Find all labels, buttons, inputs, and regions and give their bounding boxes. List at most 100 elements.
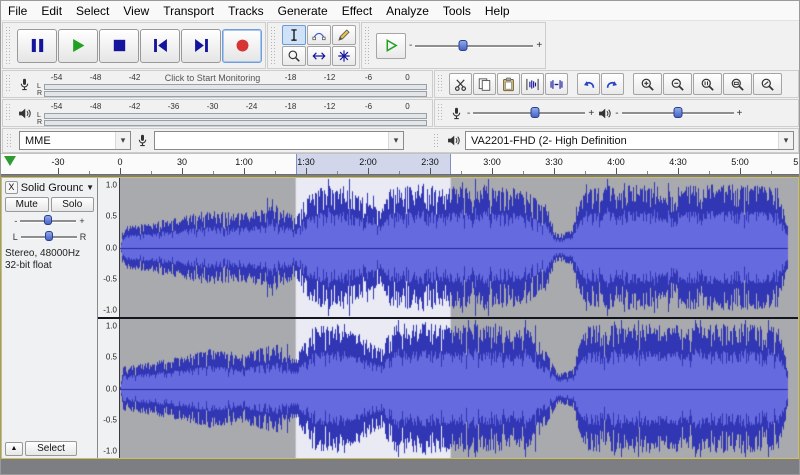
slider-thumb[interactable] [530,107,539,118]
playhead-triangle-icon[interactable] [4,156,16,166]
copy-icon [477,77,492,92]
copy-button[interactable] [473,73,496,95]
menu-analyze[interactable]: Analyze [379,1,436,20]
track-name[interactable]: Solid Ground [21,182,83,194]
play-speed-slider[interactable] [415,39,533,53]
toolbar-grip[interactable] [438,104,443,122]
solo-button[interactable]: Solo [51,197,95,212]
undo-button[interactable] [577,73,600,95]
draw-tool-button[interactable] [332,25,356,45]
ruler-label: 5:00 [731,157,749,167]
trim-audio-button[interactable] [521,73,544,95]
zoom-tool-button[interactable] [282,46,306,66]
meter-bar [44,84,427,90]
pause-button[interactable] [17,29,57,63]
silence-audio-button[interactable] [545,73,568,95]
slider-thumb[interactable] [44,215,52,225]
skip-to-start-button[interactable] [140,29,180,63]
playback-volume-slider[interactable] [622,106,734,120]
pan-slider[interactable] [21,231,77,243]
track-solid-ground: X Solid Ground ▼ Mute Solo - + [1,177,799,459]
play-at-speed-button[interactable] [376,33,406,59]
paste-button[interactable] [497,73,520,95]
speaker-icon [446,133,461,148]
track-area[interactable]: X Solid Ground ▼ Mute Solo - + [1,175,799,474]
meter-scale-tick: -48 [76,73,115,83]
zoom-toggle-button[interactable] [753,73,782,95]
redo-button[interactable] [601,73,624,95]
toolbar-grip[interactable] [434,134,439,147]
close-track-button[interactable]: X [5,181,18,194]
menu-select[interactable]: Select [69,1,116,20]
ruler-label: 30 [177,157,187,167]
skip-start-icon [151,36,170,55]
toolbar-grip[interactable] [271,27,276,64]
monitoring-text[interactable]: Click to Start Monitoring [154,73,271,83]
playback-meter-scale: -54-48-42-36-30-24-18-12-60 [37,102,427,112]
toolbar-grip[interactable] [6,104,11,122]
menu-help[interactable]: Help [478,1,517,20]
recording-device-combo[interactable]: ▾ [154,131,404,150]
pan-slider-row: L R [5,230,94,244]
timeline-ruler[interactable]: -300301:001:302:002:303:003:304:004:305:… [1,153,799,175]
select-button[interactable]: Select [25,441,77,456]
meter-bar [44,91,427,97]
recording-volume-slider[interactable] [473,106,585,120]
zoom-sel-icon [700,77,715,92]
slider-thumb[interactable] [673,107,682,118]
recording-meter-scale: -54-48-42Click to Start Monitoring-18-12… [37,73,427,83]
multi-tool-button[interactable] [332,46,356,66]
playback-device-combo[interactable]: VA2201-FHD (2- High Definition ▾ [465,131,794,150]
slider-max-label: + [536,40,542,51]
selection-tool-button[interactable] [282,25,306,45]
record-button[interactable] [222,29,262,63]
menu-edit[interactable]: Edit [34,1,69,20]
zoom-in-button[interactable] [633,73,662,95]
audio-host-combo[interactable]: MME ▾ [19,131,131,150]
menu-transport[interactable]: Transport [156,1,221,20]
toolbar-grip[interactable] [438,75,443,93]
toolbar-grip[interactable] [6,27,11,64]
track-bitdepth-info: 32-bit float [5,260,94,272]
cut-button[interactable] [449,73,472,95]
track-control-panel: X Solid Ground ▼ Mute Solo - + [2,178,98,458]
toolbar-grip[interactable] [365,27,370,64]
track-menu-icon[interactable]: ▼ [86,183,94,192]
recording-meter-toolbar[interactable]: -54-48-42Click to Start Monitoring-18-12… [2,70,433,98]
toolbar-grip[interactable] [6,75,11,93]
meter-scale-tick: -30 [193,102,232,112]
toolbar-grip[interactable] [7,134,12,147]
gain-slider[interactable] [20,215,76,227]
vertical-ruler-left[interactable]: 1.00.50.0-0.5-1.0 [98,178,120,317]
mute-button[interactable]: Mute [5,197,49,212]
menu-effect[interactable]: Effect [335,1,379,20]
zoom-out-button[interactable] [663,73,692,95]
waveform-left[interactable] [120,178,798,317]
slider-thumb[interactable] [458,40,467,51]
menu-view[interactable]: View [116,1,156,20]
play-button[interactable] [58,29,98,63]
ruler-tick-minor [151,171,152,174]
envelope-tool-button[interactable] [307,25,331,45]
skip-to-end-button[interactable] [181,29,221,63]
vertical-ruler-right[interactable]: 1.00.50.0-0.5-1.0 [98,319,120,458]
fit-project-button[interactable] [723,73,752,95]
vertical-scale-label: 0.5 [106,212,117,221]
menu-tracks[interactable]: Tracks [221,1,271,20]
slider-max-label: + [737,108,743,119]
stop-button[interactable] [99,29,139,63]
waveform-right[interactable] [120,319,798,458]
playback-meter-toolbar[interactable]: -54-48-42-36-30-24-18-12-60 LR [2,99,433,127]
slider-min-label: - [409,40,412,51]
menu-tools[interactable]: Tools [436,1,478,20]
channel-right: 1.00.50.0-0.5-1.0 [98,319,798,458]
menu-generate[interactable]: Generate [271,1,335,20]
menu-file[interactable]: File [1,1,34,20]
zoom-to-selection-button[interactable] [693,73,722,95]
meter-channel-label: R [37,91,42,97]
ruler-label: 2:00 [359,157,377,167]
slider-thumb[interactable] [45,231,53,241]
time-shift-tool-button[interactable] [307,46,331,66]
collapse-track-button[interactable]: ▲ [5,442,23,456]
ruler-tick [244,168,245,174]
